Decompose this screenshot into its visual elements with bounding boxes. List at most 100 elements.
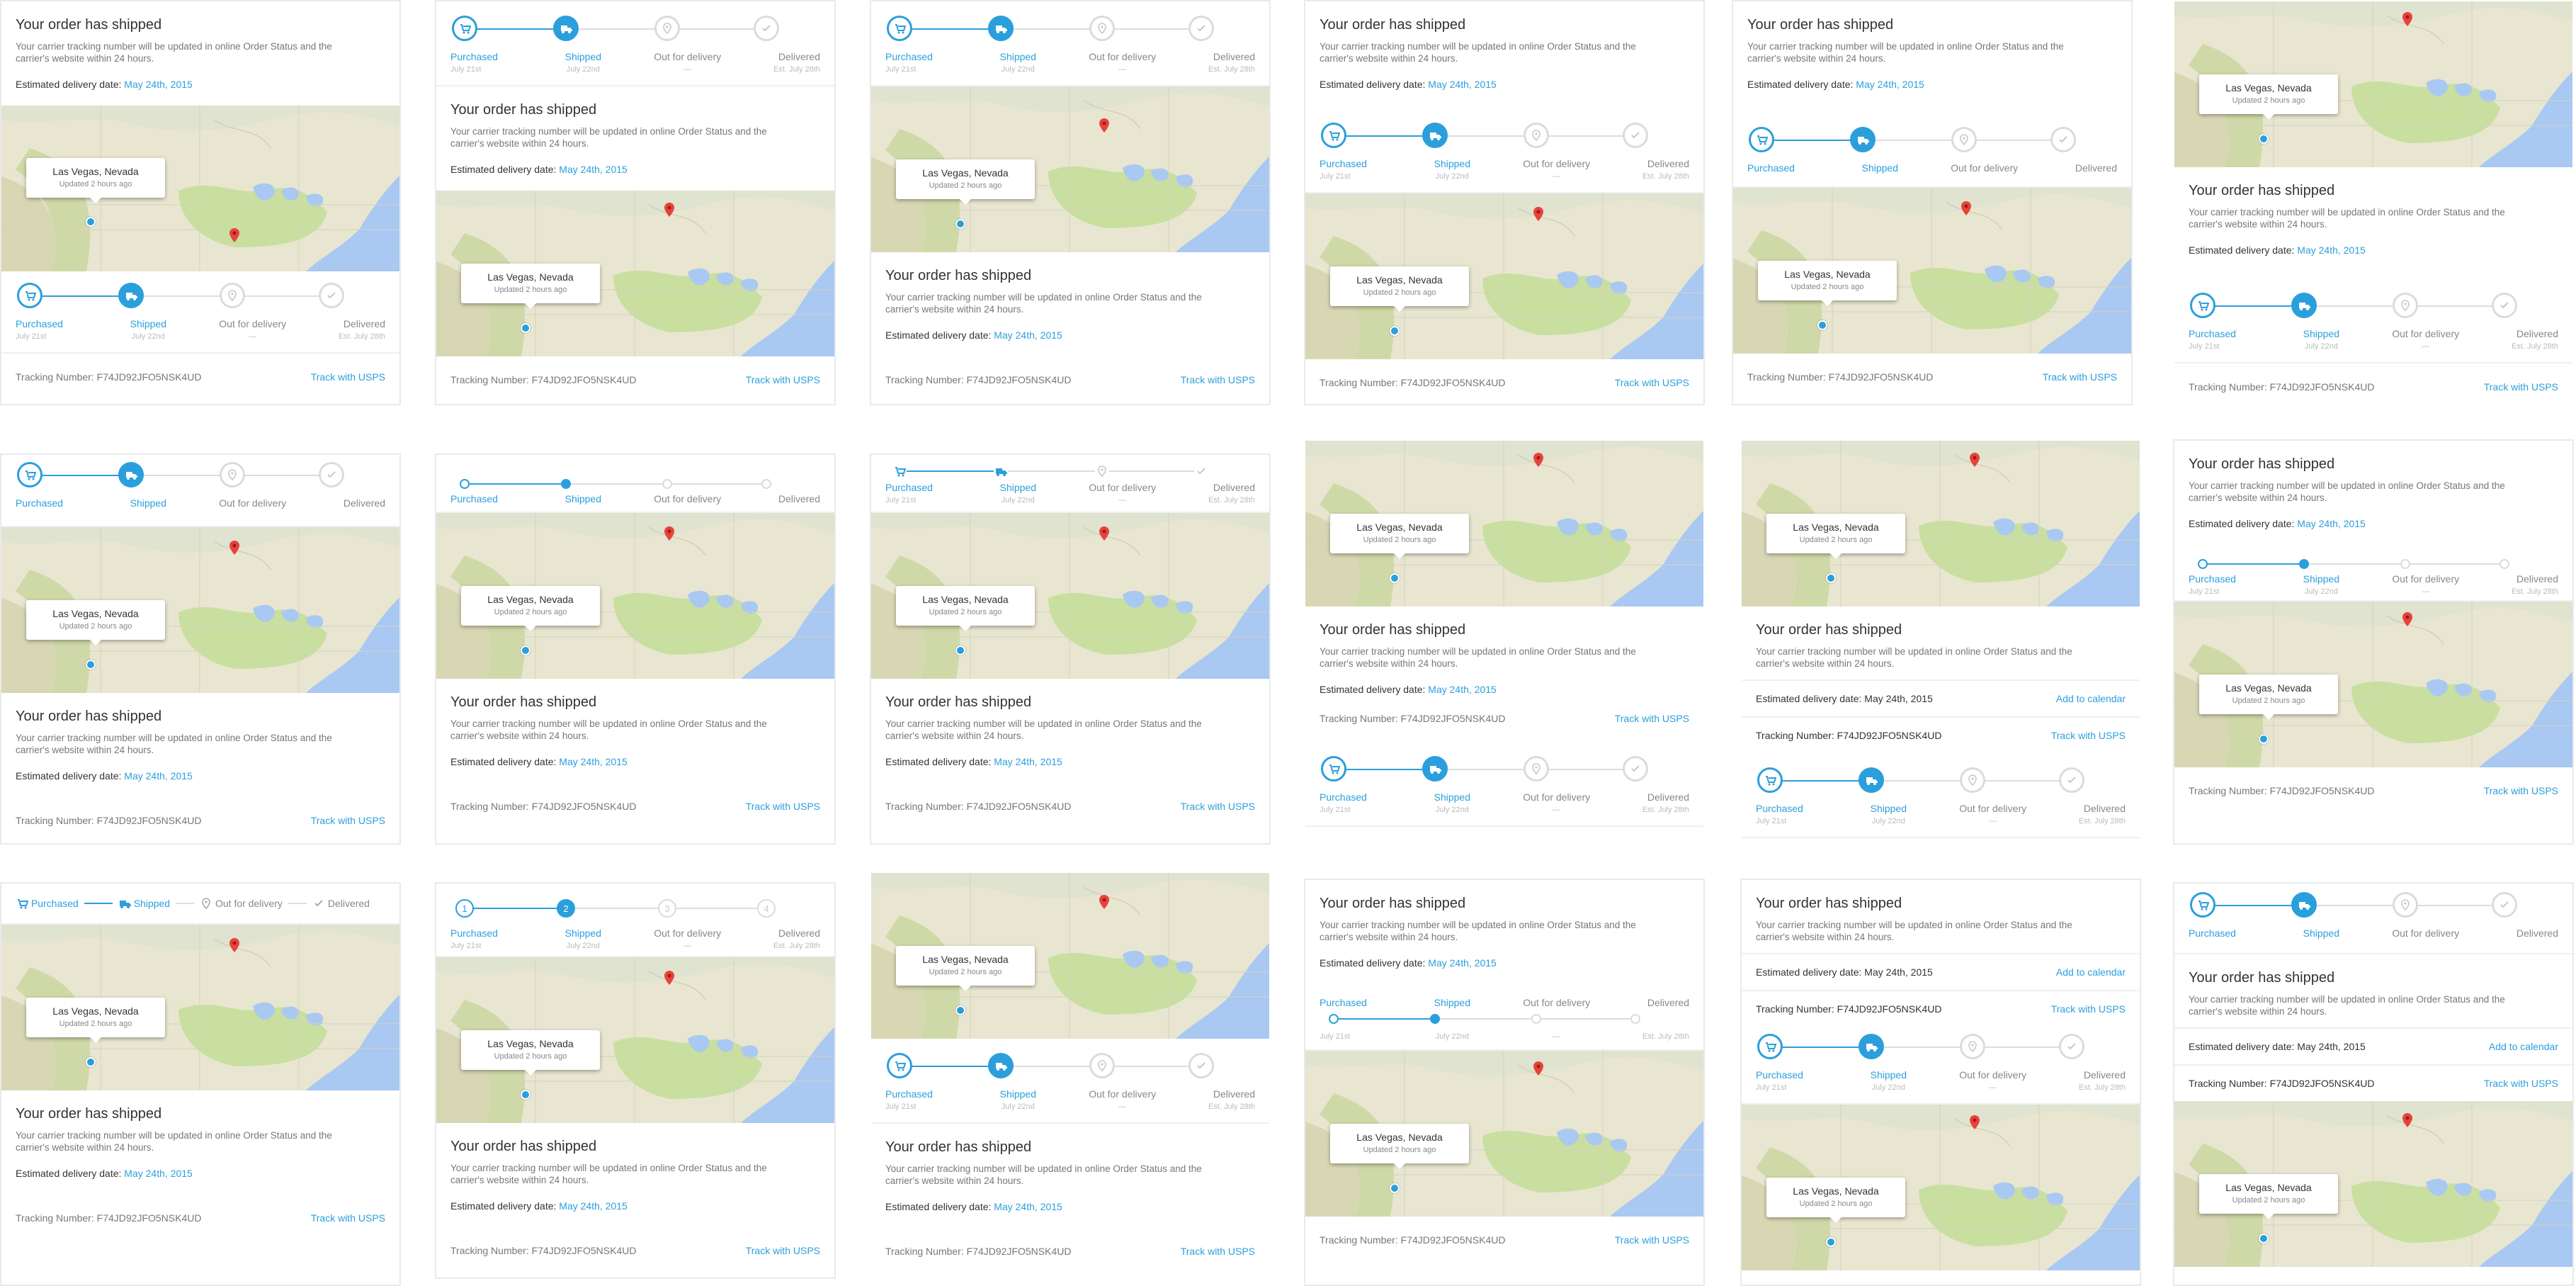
destination-pin-icon[interactable] — [1096, 526, 1112, 541]
step-2-marker[interactable] — [1859, 767, 1884, 793]
shipment-map[interactable]: Las Vegas, Nevada Updated 2 hours ago — [2174, 602, 2572, 767]
step-4-marker[interactable] — [2050, 127, 2076, 152]
current-location-dot[interactable] — [521, 1090, 530, 1100]
step-2-marker[interactable] — [561, 479, 571, 489]
shipment-map[interactable]: Las Vegas, Nevada Updated 2 hours ago — [1, 527, 399, 693]
step-1-marker[interactable] — [892, 464, 907, 478]
destination-pin-icon[interactable] — [227, 937, 242, 953]
step-3-marker[interactable] — [1524, 756, 1549, 782]
current-location-dot[interactable] — [955, 645, 965, 655]
shipment-map[interactable]: Las Vegas, Nevada Updated 2 hours ago — [1, 925, 399, 1090]
destination-pin-icon[interactable] — [1531, 206, 1546, 222]
destination-pin-icon[interactable] — [227, 227, 242, 243]
step-1-marker[interactable] — [17, 283, 42, 308]
step-1-marker[interactable] — [1321, 123, 1346, 148]
destination-pin-icon[interactable] — [1967, 452, 1982, 468]
current-location-dot[interactable] — [2259, 734, 2269, 744]
step-3-marker[interactable] — [2393, 293, 2418, 318]
current-location-dot[interactable] — [1390, 326, 1400, 336]
current-location-dot[interactable] — [521, 323, 530, 333]
track-usps-link[interactable]: Track with USPS — [311, 1212, 385, 1224]
destination-pin-icon[interactable] — [1096, 118, 1112, 133]
step-2-marker[interactable] — [553, 16, 579, 41]
step-4-marker[interactable] — [1188, 1053, 1214, 1078]
step-2-marker[interactable] — [988, 1053, 1014, 1078]
shipment-map[interactable]: Las Vegas, Nevada Updated 2 hours ago — [871, 86, 1269, 252]
shipment-map[interactable]: Las Vegas, Nevada Updated 2 hours ago — [436, 957, 834, 1123]
step-3[interactable]: Out for delivery — [200, 897, 283, 910]
shipment-map[interactable]: Las Vegas, Nevada Updated 2 hours ago — [1742, 441, 2140, 607]
track-usps-link[interactable]: Track with USPS — [2051, 1003, 2126, 1015]
track-usps-link[interactable]: Track with USPS — [2043, 371, 2117, 383]
add-calendar-link[interactable]: Add to calendar — [2489, 1041, 2558, 1052]
step-3-marker[interactable] — [1960, 767, 1985, 793]
step-4[interactable]: Delivered — [312, 897, 370, 910]
current-location-dot[interactable] — [521, 645, 530, 655]
shipment-map[interactable]: Las Vegas, Nevada Updated 2 hours ago — [1305, 1051, 1703, 1217]
track-usps-link[interactable]: Track with USPS — [1615, 713, 1689, 724]
step-4-marker[interactable] — [1623, 123, 1648, 148]
step-4-marker[interactable] — [1623, 756, 1648, 782]
step-1-marker[interactable] — [887, 16, 912, 41]
current-location-dot[interactable] — [955, 1005, 965, 1015]
step-1-marker[interactable] — [460, 479, 470, 489]
step-2-marker[interactable] — [2299, 559, 2309, 569]
step-2-marker[interactable] — [994, 464, 1008, 478]
step-1-marker[interactable] — [887, 1053, 912, 1078]
step-3-marker[interactable] — [1089, 1053, 1115, 1078]
step-4-marker[interactable] — [2500, 559, 2509, 569]
step-4-marker[interactable] — [1194, 464, 1208, 478]
step-2-marker[interactable] — [988, 16, 1014, 41]
step-3-marker[interactable] — [654, 16, 680, 41]
current-location-dot[interactable] — [1390, 573, 1400, 583]
step-2-marker[interactable] — [1850, 127, 1876, 152]
shipment-map[interactable]: Las Vegas, Nevada Updated 2 hours ago — [871, 873, 1269, 1039]
current-location-dot[interactable] — [1817, 320, 1827, 330]
step-4-marker[interactable] — [754, 16, 779, 41]
step-3-marker[interactable] — [662, 479, 672, 489]
step-4-marker[interactable] — [2492, 892, 2517, 918]
current-location-dot[interactable] — [1390, 1183, 1400, 1193]
destination-pin-icon[interactable] — [2400, 11, 2415, 27]
track-usps-link[interactable]: Track with USPS — [1181, 374, 1255, 385]
track-usps-link[interactable]: Track with USPS — [311, 371, 385, 383]
track-usps-link[interactable]: Track with USPS — [2484, 785, 2558, 796]
add-calendar-link[interactable]: Add to calendar — [2056, 693, 2126, 704]
shipment-map[interactable]: Las Vegas, Nevada Updated 2 hours ago — [1733, 188, 2131, 354]
track-usps-link[interactable]: Track with USPS — [746, 1245, 820, 1256]
shipment-map[interactable]: Las Vegas, Nevada Updated 2 hours ago — [1742, 1105, 2140, 1270]
step-2-marker[interactable] — [2291, 892, 2317, 918]
step-1-marker[interactable] — [1757, 767, 1783, 793]
destination-pin-icon[interactable] — [1531, 452, 1546, 468]
track-usps-link[interactable]: Track with USPS — [1615, 377, 1689, 388]
track-usps-link[interactable]: Track with USPS — [1181, 1246, 1255, 1257]
step-3-marker[interactable] — [1524, 123, 1549, 148]
step-1-marker[interactable] — [17, 462, 42, 487]
step-1-marker[interactable] — [1321, 756, 1346, 782]
destination-pin-icon[interactable] — [1531, 1061, 1546, 1076]
destination-pin-icon[interactable] — [662, 970, 677, 986]
step-1[interactable]: Purchased — [16, 897, 79, 910]
destination-pin-icon[interactable] — [227, 540, 242, 555]
track-usps-link[interactable]: Track with USPS — [2051, 730, 2126, 741]
current-location-dot[interactable] — [2259, 1234, 2269, 1243]
shipment-map[interactable]: Las Vegas, Nevada Updated 2 hours ago — [436, 513, 834, 679]
step-1-marker[interactable] — [2198, 559, 2208, 569]
step-3-marker[interactable] — [220, 283, 245, 308]
track-usps-link[interactable]: Track with USPS — [1615, 1234, 1689, 1246]
step-1-marker[interactable] — [2190, 293, 2215, 318]
track-usps-link[interactable]: Track with USPS — [2484, 381, 2558, 393]
step-3-marker[interactable] — [1089, 16, 1115, 41]
step-1-marker[interactable] — [1757, 1034, 1783, 1059]
step-4-marker[interactable] — [2492, 293, 2517, 318]
step-2-marker[interactable] — [118, 283, 144, 308]
add-calendar-link[interactable]: Add to calendar — [2056, 966, 2126, 978]
step-3-marker[interactable] — [220, 462, 245, 487]
step-3-marker[interactable]: 3 — [658, 899, 676, 918]
step-3-marker[interactable] — [1095, 464, 1109, 478]
shipment-map[interactable]: Las Vegas, Nevada Updated 2 hours ago — [2174, 1101, 2572, 1267]
step-3-marker[interactable] — [2393, 892, 2418, 918]
step-2[interactable]: Shipped — [118, 897, 170, 910]
destination-pin-icon[interactable] — [662, 526, 677, 541]
step-2-marker[interactable] — [1422, 756, 1448, 782]
